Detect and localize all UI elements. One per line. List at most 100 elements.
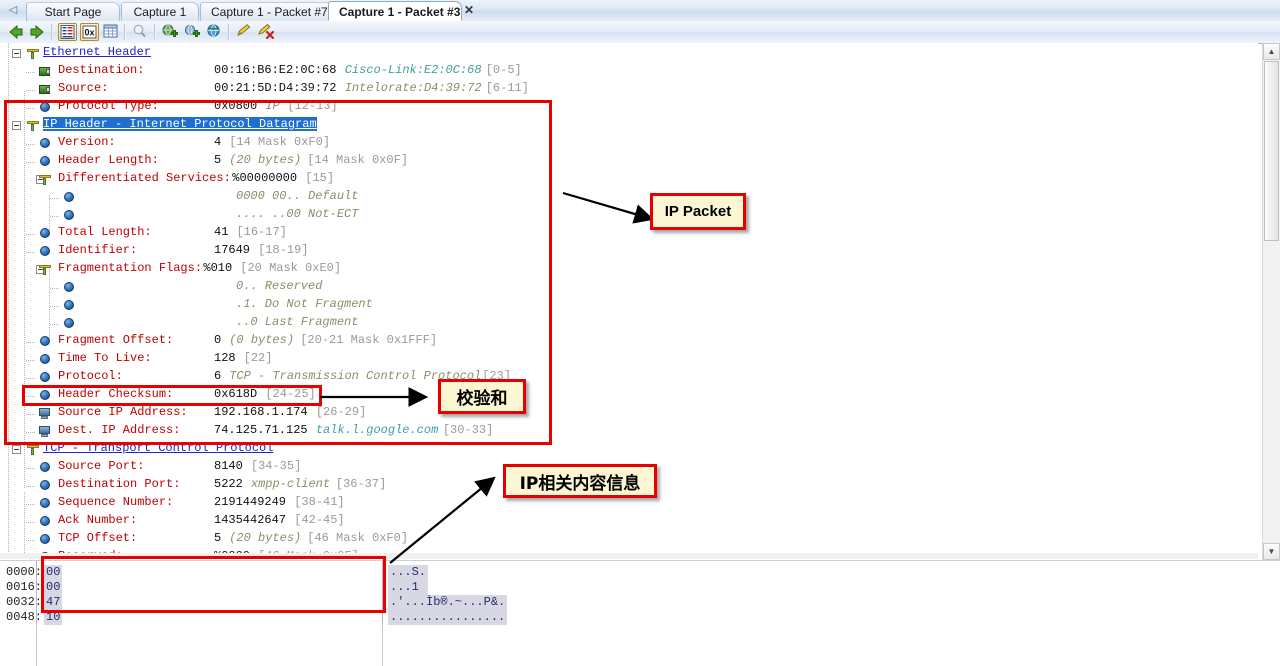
tree-connector	[26, 252, 36, 253]
tree-expander-icon[interactable]	[12, 49, 21, 58]
globe-icon	[38, 353, 52, 366]
protocol-header-label[interactable]: TCP - Transport Control Protocol	[43, 441, 273, 455]
decode-row[interactable]: Source IP Address: 192.168.1.174 [26-29]	[0, 405, 1258, 423]
hex-ascii[interactable]: ................	[388, 610, 508, 625]
decode-row[interactable]: Version: 4 [14 Mask 0xF0]	[0, 135, 1258, 153]
bit-flag-text: 0000 00.. Default	[236, 189, 359, 203]
toolbar-separator-2	[124, 24, 126, 40]
back-button[interactable]	[6, 23, 25, 41]
field-label: Identifier:	[58, 243, 138, 257]
tree-connector	[50, 216, 60, 217]
field-value: %00000000	[232, 171, 298, 185]
forward-button[interactable]	[28, 23, 47, 41]
decode-row[interactable]: TCP - Transport Control Protocol	[0, 441, 1258, 459]
field-label: Time To Live:	[58, 351, 152, 365]
globe-icon	[38, 479, 52, 492]
hex-view-button[interactable]: 0x	[80, 23, 99, 41]
decode-row[interactable]: Destination: 00:16:B6:E2:0C:68 Cisco-Link:…	[0, 63, 1258, 81]
decode-row[interactable]: Total Length: 41 [16-17]	[0, 225, 1258, 243]
field-note: (20 bytes)	[229, 153, 302, 167]
decode-vertical-scrollbar[interactable]: ▲ ▼	[1262, 43, 1280, 560]
protocol-header-label[interactable]: IP Header - Internet Protocol Datagram	[43, 117, 317, 131]
field-byte-range: [34-35]	[250, 459, 302, 473]
decode-row[interactable]: 0000 00.. Default	[0, 189, 1258, 207]
decode-row[interactable]: Dest. IP Address: 74.125.71.125 talk.l.goo…	[0, 423, 1258, 441]
find-button[interactable]	[131, 23, 150, 41]
bit-flag-text: 0.. Reserved	[236, 279, 323, 293]
globe-icon	[38, 497, 52, 510]
add-node-button[interactable]	[183, 23, 202, 41]
network-button[interactable]	[205, 23, 224, 41]
decode-row[interactable]: Header Checksum: 0x618D [24-25]	[0, 387, 1258, 405]
field-value: 41	[214, 225, 229, 239]
tab-close-icon[interactable]: ✕	[462, 3, 476, 17]
decode-row[interactable]: Fragmentation Flags: %010 [20 Mask 0xE0]	[0, 261, 1258, 279]
delete-edit-button[interactable]	[257, 23, 276, 41]
field-note: (20 bytes)	[229, 531, 302, 545]
globe-icon	[38, 137, 52, 150]
decode-row[interactable]: Header Length: 5 (20 bytes) [14 Mask 0x0F]	[0, 153, 1258, 171]
bit-flag-text: ..0 Last Fragment	[236, 315, 359, 329]
pencil-delete-icon	[258, 23, 275, 40]
field-label: TCP Offset:	[58, 531, 138, 545]
field-label: Protocol Type:	[58, 99, 159, 113]
field-byte-range: [22]	[243, 351, 273, 365]
add-filter-button[interactable]	[161, 23, 180, 41]
scroll-up-button[interactable]: ▲	[1263, 43, 1280, 60]
field-value: 00:21:5D:D4:39:72	[214, 81, 337, 95]
field-byte-range: [30-33]	[442, 423, 494, 437]
field-value: 0	[214, 333, 222, 347]
scroll-down-button[interactable]: ▼	[1263, 543, 1280, 560]
decode-row[interactable]: Protocol Type: 0x0800 IP [12-13]	[0, 99, 1258, 117]
tree-expander-icon[interactable]	[12, 121, 21, 130]
decode-view-button[interactable]	[58, 23, 77, 41]
tab-scroll-left-icon[interactable]: ◁	[6, 3, 20, 18]
decode-row[interactable]: TCP Offset: 5 (20 bytes) [46 Mask 0xF0]	[0, 531, 1258, 549]
tab-start-page[interactable]: Start Page	[26, 2, 120, 21]
protocol-icon	[26, 47, 40, 60]
hex-ascii[interactable]: .'...Ìb®.~...P&.	[388, 595, 508, 610]
tree-connector	[50, 198, 60, 199]
decode-row[interactable]: IP Header - Internet Protocol Datagram	[0, 117, 1258, 135]
decode-row[interactable]: Ethernet Header	[0, 45, 1258, 63]
bit-flag-text: .... ..00 Not-ECT	[236, 207, 359, 221]
decode-row[interactable]: Fragment Offset: 0 (0 bytes) [20-21 Mask 0x…	[0, 333, 1258, 351]
field-value: 17649	[214, 243, 251, 257]
checksum-callout: 校验和	[438, 379, 526, 414]
field-byte-range: [46 Mask 0xF0]	[307, 531, 409, 545]
field-value: 0x0800	[214, 99, 258, 113]
field-label: Fragment Offset:	[58, 333, 174, 347]
field-label: Source Port:	[58, 459, 145, 473]
field-byte-range: [24-25]	[265, 387, 316, 401]
tree-connector	[26, 522, 36, 523]
pencil-icon	[237, 24, 251, 36]
field-note: (0 bytes)	[229, 333, 295, 347]
tab-capture-1-packet-7[interactable]: Capture 1 - Packet #7	[200, 2, 335, 21]
globe-icon	[62, 299, 76, 312]
decode-row[interactable]: Ack Number: 1435442647 [42-45]	[0, 513, 1258, 531]
tree-connector	[26, 342, 36, 343]
decode-row[interactable]: Differentiated Services: %00000000 [15]	[0, 171, 1258, 189]
table-view-button[interactable]	[102, 23, 121, 41]
decode-row[interactable]: Time To Live: 128 [22]	[0, 351, 1258, 369]
packet-decode-window: ◁ Start Page Capture 1 Capture 1 - Packe…	[0, 0, 1280, 666]
decode-row[interactable]: .... ..00 Not-ECT	[0, 207, 1258, 225]
decode-row[interactable]: ..0 Last Fragment	[0, 315, 1258, 333]
decode-row[interactable]: 0.. Reserved	[0, 279, 1258, 297]
decode-row[interactable]: Protocol: 6 TCP - Transmission Control Pro…	[0, 369, 1258, 387]
tree-connector	[26, 396, 36, 397]
tab-capture-1-packet-3[interactable]: Capture 1 - Packet #3	[328, 1, 462, 21]
scroll-thumb[interactable]	[1264, 61, 1279, 241]
decode-row[interactable]: .1. Do Not Fragment	[0, 297, 1258, 315]
pane-splitter[interactable]	[0, 553, 1258, 559]
field-byte-range: [20 Mask 0xE0]	[240, 261, 342, 275]
decode-row[interactable]: Identifier: 17649 [18-19]	[0, 243, 1258, 261]
tree-expander-icon[interactable]	[12, 445, 21, 454]
field-label: Source:	[58, 81, 109, 95]
tab-capture-1[interactable]: Capture 1	[121, 2, 199, 21]
decode-row[interactable]: Source: 00:21:5D:D4:39:72 Intelorate:D4:39…	[0, 81, 1258, 99]
tree-connector	[26, 378, 36, 379]
field-byte-range: [12-13]	[287, 99, 338, 113]
edit-button[interactable]	[235, 23, 254, 41]
protocol-header-label[interactable]: Ethernet Header	[43, 45, 151, 59]
